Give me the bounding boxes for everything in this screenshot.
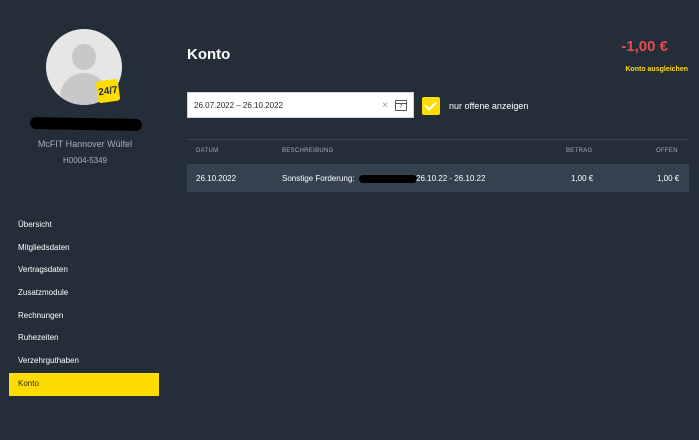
table-header: DATUM BESCHREIBUNG BETRAG OFFEN xyxy=(187,139,689,165)
sidebar-item-ruhezeiten[interactable]: Ruhezeiten xyxy=(9,327,159,350)
column-header-date[interactable]: DATUM xyxy=(196,148,218,154)
transactions-table: DATUM BESCHREIBUNG BETRAG OFFEN 26.10.20… xyxy=(187,139,689,192)
open-only-checkbox[interactable] xyxy=(422,97,440,115)
redacted-name xyxy=(29,117,143,131)
column-header-open[interactable]: OFFEN xyxy=(656,148,678,154)
sidebar-item-rechnungen[interactable]: Rechnungen xyxy=(9,305,159,328)
studio-name: McFIT Hannover Wülfel xyxy=(37,139,133,149)
calendar-icon[interactable]: 7 xyxy=(395,99,407,111)
page-title: Konto xyxy=(187,46,231,63)
account-balance: -1,00 € xyxy=(621,38,668,55)
avatar-head-icon xyxy=(72,44,96,70)
sidebar-item-mitgliedsdaten[interactable]: Mitgliedsdaten xyxy=(9,237,159,260)
row-description-prefix: Sonstige Forderung: xyxy=(282,174,355,183)
clear-icon[interactable]: × xyxy=(378,100,392,111)
column-header-description[interactable]: BESCHREIBUNG xyxy=(282,148,334,154)
member-id: H0004-5349 xyxy=(62,156,108,165)
row-amount: 1,00 € xyxy=(571,174,594,183)
open-only-label[interactable]: nur offene anzeigen xyxy=(449,101,528,111)
sidebar: 24/7 McFIT Hannover Wülfel H0004-5349 Üb… xyxy=(0,0,170,440)
calendar-day: 7 xyxy=(399,103,403,110)
sidebar-item-vertragsdaten[interactable]: Vertragsdaten xyxy=(9,259,159,282)
redacted-description xyxy=(359,175,417,183)
badge-24-7-icon: 24/7 xyxy=(95,78,121,104)
sidebar-item-zusatzmodule[interactable]: Zusatzmodule xyxy=(9,282,159,305)
date-range-field[interactable]: 26.07.2022 – 26.10.2022 × 7 xyxy=(187,92,414,118)
row-description-suffix: 26.10.22 - 26.10.22 xyxy=(416,174,486,183)
settle-account-link[interactable]: Konto ausgleichen xyxy=(625,66,688,73)
row-open: 1,00 € xyxy=(657,174,680,183)
sidebar-item-uebersicht[interactable]: Übersicht xyxy=(9,214,159,237)
row-date: 26.10.2022 xyxy=(196,174,237,183)
date-range-value: 26.07.2022 – 26.10.2022 xyxy=(194,100,283,110)
sidebar-nav: Übersicht Mitgliedsdaten Vertragsdaten Z… xyxy=(9,214,159,396)
sidebar-item-verzehrguthaben[interactable]: Verzehrguthaben xyxy=(9,350,159,373)
sidebar-item-konto[interactable]: Konto xyxy=(9,372,159,396)
table-row[interactable]: 26.10.2022 Sonstige Forderung: 26.10.22 … xyxy=(187,164,689,192)
column-header-amount[interactable]: BETRAG xyxy=(566,148,592,154)
